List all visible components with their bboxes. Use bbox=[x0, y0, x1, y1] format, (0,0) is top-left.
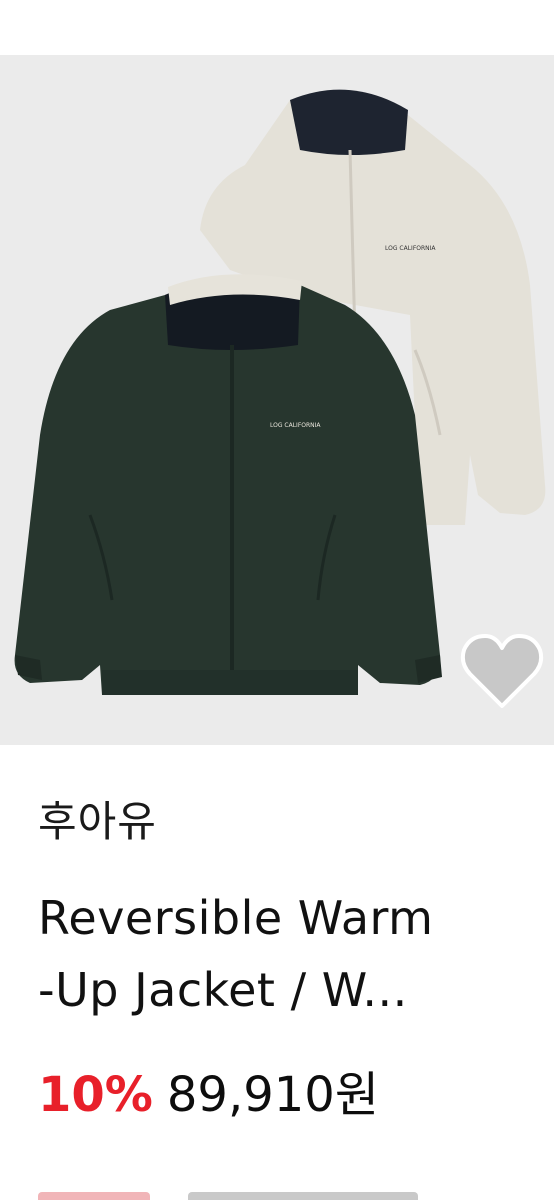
product-title[interactable]: Reversible Warm -Up Jacket / W... bbox=[38, 882, 538, 1026]
discount-rate: 10% bbox=[38, 1067, 153, 1123]
wishlist-button[interactable] bbox=[458, 630, 546, 714]
price-row: 10% 89,910원 bbox=[38, 1062, 379, 1128]
product-title-line-2: -Up Jacket / W... bbox=[38, 963, 408, 1017]
product-title-line-1: Reversible Warm bbox=[38, 891, 434, 945]
brand-name[interactable]: 후아유 bbox=[38, 792, 157, 852]
next-price-sliver bbox=[188, 1192, 418, 1200]
green-jacket: LOG CALIFORNIA bbox=[14, 274, 442, 695]
next-item-cut-off bbox=[38, 1180, 458, 1200]
heart-icon bbox=[460, 634, 544, 708]
sale-price: 89,910원 bbox=[166, 1067, 380, 1123]
svg-text:LOG CALIFORNIA: LOG CALIFORNIA bbox=[385, 245, 436, 252]
svg-text:LOG CALIFORNIA: LOG CALIFORNIA bbox=[270, 422, 321, 429]
next-discount-sliver bbox=[38, 1192, 150, 1200]
